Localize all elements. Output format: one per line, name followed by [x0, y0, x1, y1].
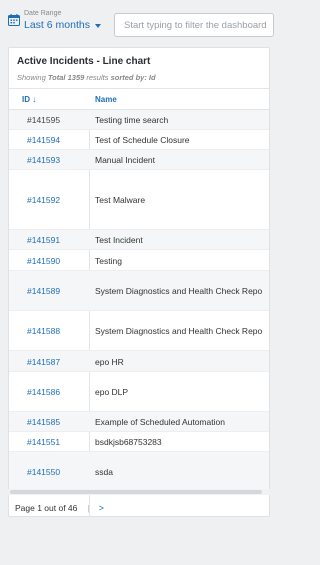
table-row[interactable]: #141587 epo HR — [9, 351, 269, 372]
table-row[interactable]: #141550 ssda — [9, 452, 269, 492]
incident-name: Testing time search — [95, 115, 169, 125]
horizontal-scrollbar[interactable] — [8, 489, 270, 495]
calendar-icon — [8, 14, 20, 26]
incidents-panel: Active Incidents - Line chart Showing To… — [8, 47, 270, 517]
table-row[interactable]: #141591 Test Incident — [9, 230, 269, 250]
dashboard-filter-input[interactable] — [114, 13, 274, 37]
incident-name: Test Incident — [95, 235, 143, 245]
date-range-label: Date Range — [24, 10, 62, 17]
table-row[interactable]: #141585 Example of Scheduled Automation — [9, 412, 269, 432]
summary-mid: results — [86, 73, 109, 82]
incident-name: System Diagnostics and Health Check Repo — [95, 326, 263, 336]
results-summary: Showing Total 1359 results sorted by: Id — [17, 73, 156, 82]
pagination: Page 1 out of 46 | > — [15, 503, 104, 513]
incident-id-link[interactable]: #141551 — [27, 437, 60, 447]
summary-prefix: Showing — [17, 73, 46, 82]
incident-id-link: #141595 — [27, 115, 61, 125]
incident-id-link[interactable]: #141593 — [27, 155, 60, 165]
incident-id-link[interactable]: #141594 — [27, 135, 60, 145]
table-row[interactable]: #141594 Test of Schedule Closure — [9, 130, 269, 150]
summary-total: Total 1359 — [47, 73, 85, 82]
table-row[interactable]: #141551 bsdkjsb68753283 — [9, 432, 269, 452]
incident-id-link[interactable]: #141585 — [27, 417, 60, 427]
panel-title: Active Incidents - Line chart — [17, 56, 151, 67]
incident-name: System Diagnostics and Health Check Repo — [95, 286, 263, 296]
summary-sort: sorted by: Id — [110, 73, 156, 82]
pager-separator: | — [87, 503, 90, 513]
incident-id-link[interactable]: #141590 — [27, 256, 60, 266]
incident-name: Example of Scheduled Automation — [95, 417, 225, 427]
incident-id-link[interactable]: #141550 — [27, 467, 60, 477]
incident-name: epo DLP — [95, 387, 129, 397]
table-header: ID ↓ Name — [9, 88, 269, 110]
incident-name: Testing — [95, 256, 122, 266]
column-header-name[interactable]: Name — [95, 95, 117, 104]
scrollbar-thumb[interactable] — [10, 490, 262, 494]
column-header-id[interactable]: ID ↓ — [22, 95, 36, 104]
incident-name: Test of Schedule Closure — [95, 135, 190, 145]
table-row[interactable]: #141589 System Diagnostics and Health Che… — [9, 271, 269, 311]
table-row[interactable]: #141595 Testing time search — [9, 110, 269, 130]
column-header-id-label: ID — [22, 95, 30, 104]
page-indicator: Page 1 out of 46 — [15, 503, 78, 513]
date-range-value: Last 6 months — [24, 19, 90, 31]
table-row[interactable]: #141590 Testing — [9, 250, 269, 271]
date-range-dropdown[interactable]: Last 6 months — [24, 19, 101, 31]
sort-down-arrow-icon: ↓ — [32, 95, 37, 104]
top-bar: Date Range Last 6 months — [0, 0, 274, 44]
incident-name: epo HR — [95, 357, 124, 367]
incident-name: bsdkjsb68753283 — [95, 437, 162, 447]
incident-id-link[interactable]: #141592 — [27, 195, 60, 205]
next-page-button[interactable]: > — [99, 503, 104, 513]
caret-down-icon — [94, 23, 101, 28]
incident-id-link[interactable]: #141586 — [27, 387, 60, 397]
incident-id-link[interactable]: #141589 — [27, 286, 60, 296]
incident-name: Manual Incident — [95, 155, 156, 165]
table-row[interactable]: #141593 Manual Incident — [9, 150, 269, 170]
incident-name: ssda — [95, 467, 113, 477]
table-row[interactable]: #141592 Test Malware — [9, 170, 269, 230]
incident-id-link[interactable]: #141588 — [27, 326, 60, 336]
table-row[interactable]: #141588 System Diagnostics and Health Che… — [9, 311, 269, 351]
incident-name: Test Malware — [95, 195, 146, 205]
table-row[interactable]: #141586 epo DLP — [9, 372, 269, 412]
incident-id-link[interactable]: #141587 — [27, 357, 60, 367]
incident-id-link[interactable]: #141591 — [27, 235, 60, 245]
